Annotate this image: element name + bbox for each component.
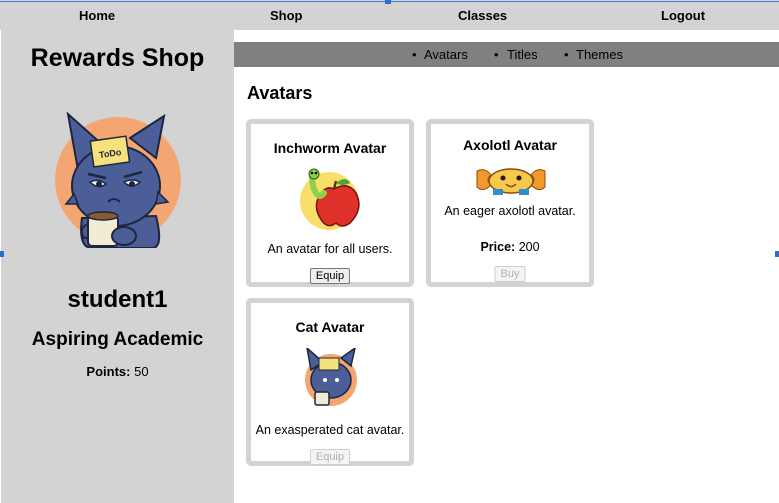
section-title: Avatars [247,83,313,103]
bullet-icon: • [564,47,569,62]
shop-category-nav: • Avatars • Titles • Themes [234,42,779,67]
item-title: Axolotl Avatar [463,137,557,153]
price-value: 200 [518,240,540,254]
price-label: Price: [480,240,516,254]
sidebar: Rewards Shop ToDo student1 Aspiring Acad… [1,30,234,503]
selection-handle [0,251,4,257]
shop-item-card: Inchworm Avatar An avatar for all users.… [246,119,414,287]
shop-item-card: Axolotl Avatar An eager axolotl avatar. … [426,119,594,287]
axolotl-icon [476,168,546,195]
item-title: Inchworm Avatar [273,140,387,156]
points-display: Points: 50 [1,364,234,379]
nav-home-link[interactable]: Home [79,8,115,23]
bullet-icon: • [494,47,499,62]
category-themes-link[interactable]: Themes [576,47,623,62]
sidebar-title: Rewards Shop [30,44,205,72]
item-price: Price: 200 [431,240,589,254]
bullet-icon: • [412,47,417,62]
user-rank-title: Aspiring Academic [31,329,204,350]
apple-inchworm-icon [300,168,360,230]
item-description: An eager axolotl avatar. [444,204,576,218]
category-avatars-link[interactable]: Avatars [424,47,468,62]
selection-handle [385,0,391,4]
shop-item-card: Cat Avatar An exasperated cat avatar. Eq… [246,298,414,466]
points-value: 50 [134,364,149,379]
item-description: An exasperated cat avatar. [255,423,405,437]
points-label: Points: [86,364,131,379]
selection-handle [775,251,779,257]
equip-button[interactable]: Equip [309,449,351,465]
nav-classes-link[interactable]: Classes [458,8,507,23]
top-nav: Home Shop Classes Logout [0,0,779,30]
nav-shop-link[interactable]: Shop [270,8,303,23]
nav-logout-link[interactable]: Logout [661,8,705,23]
category-titles-link[interactable]: Titles [507,47,538,62]
username: student1 [67,286,168,313]
item-description: An avatar for all users. [267,242,393,256]
cat-with-coffee-icon [305,348,357,406]
item-title: Cat Avatar [295,319,365,335]
equip-button[interactable]: Equip [309,268,351,284]
buy-button[interactable]: Buy [494,266,526,282]
cat-with-coffee-icon: ToDo [55,111,181,248]
